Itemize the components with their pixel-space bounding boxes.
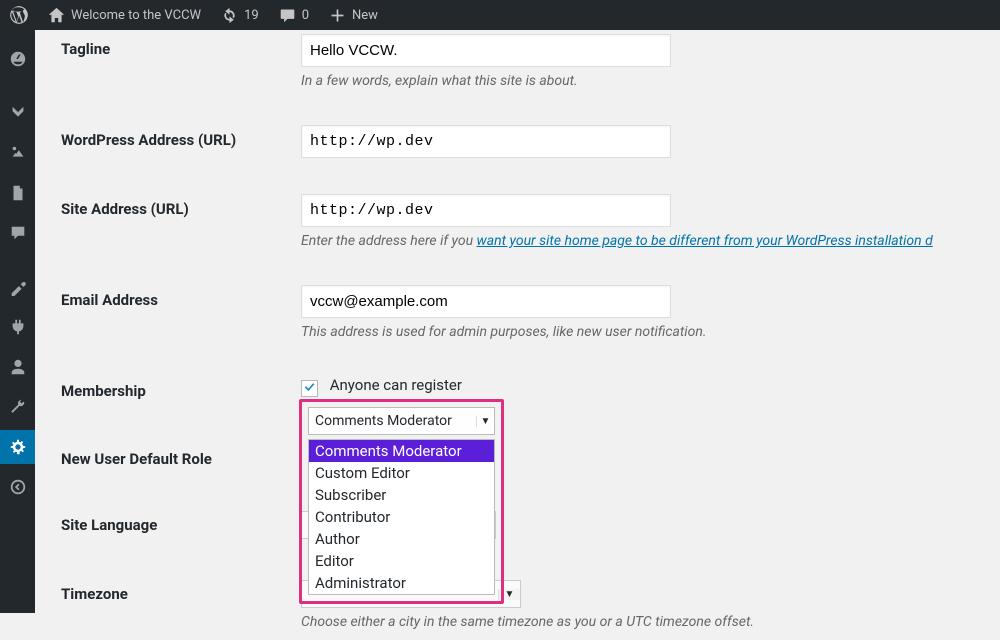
default-role-listbox: Comments Moderator Custom Editor Subscri… — [308, 439, 495, 595]
tagline-desc: In a few words, explain what this site i… — [301, 73, 1000, 89]
home-icon — [48, 7, 65, 24]
wp-url-input[interactable] — [301, 125, 671, 158]
email-input[interactable] — [301, 285, 671, 318]
admin-bar: Welcome to the VCCW 19 0 New — [0, 0, 1000, 30]
role-option[interactable]: Author — [309, 528, 494, 550]
label-wp-url: WordPress Address (URL) — [61, 125, 301, 158]
updates-count: 19 — [244, 8, 259, 23]
label-tagline: Tagline — [61, 34, 301, 89]
sidebar-users[interactable] — [0, 350, 35, 384]
new-link[interactable]: New — [319, 0, 388, 30]
update-icon — [221, 7, 238, 24]
sidebar-comments[interactable] — [0, 216, 35, 250]
role-option[interactable]: Custom Editor — [309, 462, 494, 484]
site-url-help-link[interactable]: want your site home page to be different… — [477, 233, 933, 249]
sidebar-media[interactable] — [0, 136, 35, 170]
sidebar-collapse[interactable] — [0, 470, 35, 504]
admin-sidebar — [0, 30, 35, 613]
row-wp-url: WordPress Address (URL) — [61, 115, 1000, 168]
label-site-url: Site Address (URL) — [61, 194, 301, 249]
label-email: Email Address — [61, 285, 301, 340]
role-option[interactable]: Comments Moderator — [309, 440, 494, 462]
sidebar-settings[interactable] — [0, 430, 35, 464]
comments-link[interactable]: 0 — [269, 0, 319, 30]
row-site-language: Site Language ▼ — [61, 500, 1000, 549]
anyone-can-register-checkbox[interactable] — [301, 380, 318, 397]
anyone-can-register-label: Anyone can register — [330, 376, 462, 394]
email-desc: This address is used for admin purposes,… — [301, 324, 1000, 340]
role-option[interactable]: Contributor — [309, 506, 494, 528]
row-site-url: Site Address (URL) Enter the address her… — [61, 184, 1000, 259]
default-role-select[interactable]: Comments Moderator ▼ — [308, 407, 495, 435]
sidebar-appearance[interactable] — [0, 270, 35, 304]
wordpress-icon — [10, 6, 28, 24]
sidebar-plugins[interactable] — [0, 310, 35, 344]
row-tagline: Tagline In a few words, explain what thi… — [61, 30, 1000, 99]
sidebar-pages[interactable] — [0, 176, 35, 210]
site-link[interactable]: Welcome to the VCCW — [38, 0, 211, 30]
sidebar-posts[interactable] — [0, 96, 35, 130]
default-role-selected: Comments Moderator — [309, 413, 476, 429]
role-option[interactable]: Subscriber — [309, 484, 494, 506]
wp-logo[interactable] — [0, 0, 38, 30]
label-site-language: Site Language — [61, 510, 301, 539]
plus-icon — [329, 7, 346, 24]
row-email: Email Address This address is used for a… — [61, 275, 1000, 350]
sidebar-dashboard[interactable] — [0, 42, 35, 76]
label-timezone: Timezone — [61, 579, 301, 630]
default-role-highlight: Comments Moderator ▼ Comments Moderator … — [299, 399, 504, 604]
role-option[interactable]: Editor — [309, 550, 494, 572]
settings-general: Tagline In a few words, explain what thi… — [35, 30, 1000, 613]
tagline-input[interactable] — [301, 34, 671, 67]
site-url-input[interactable] — [301, 194, 671, 227]
chevron-down-icon: ▼ — [476, 416, 494, 427]
updates-link[interactable]: 19 — [211, 0, 269, 30]
new-label: New — [352, 8, 378, 23]
comment-icon — [279, 7, 296, 24]
row-membership: Membership Anyone can register — [61, 366, 1000, 410]
sidebar-tools[interactable] — [0, 390, 35, 424]
row-timezone: Timezone ▼ Choose either a city in the s… — [61, 569, 1000, 640]
timezone-desc: Choose either a city in the same timezon… — [301, 614, 1000, 630]
site-url-desc: Enter the address here if you want your … — [301, 233, 1000, 249]
label-default-role: New User Default Role — [61, 444, 301, 468]
label-membership: Membership — [61, 376, 301, 400]
comments-count: 0 — [302, 8, 309, 23]
role-option[interactable]: Administrator — [309, 572, 494, 594]
site-title: Welcome to the VCCW — [71, 8, 201, 23]
row-default-role: New User Default Role — [61, 434, 1000, 478]
